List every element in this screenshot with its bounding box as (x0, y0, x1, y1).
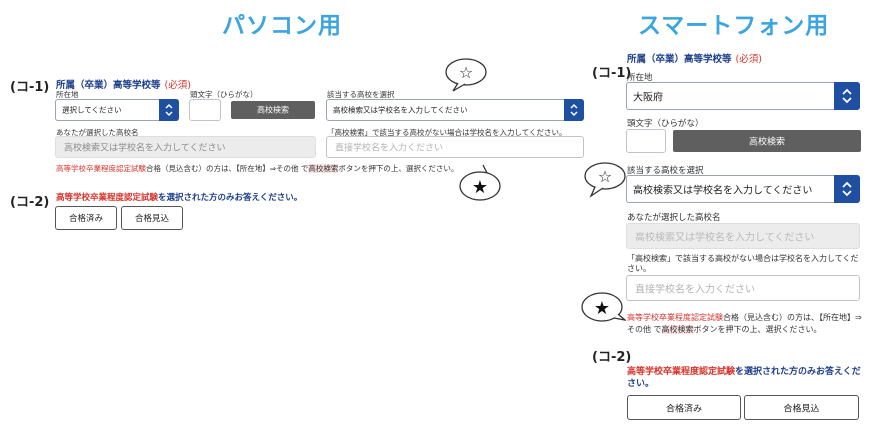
sp-heading: スマートフォン用 (638, 13, 830, 39)
selected-school-field-sp: 高校検索又は学校名を入力してください (626, 223, 860, 249)
passed-button-sp[interactable]: 合格済み (627, 395, 741, 420)
chevron-updown-icon (834, 175, 860, 203)
required-badge: (必須) (164, 80, 191, 91)
section2-lead-pc: 高等学校卒業程度認定試験を選択された方のみお答えください。 (56, 193, 302, 204)
selected-school-placeholder: 高校検索又は学校名を入力してください (635, 232, 815, 244)
lead-red: 高等学校卒業程度認定試験 (56, 193, 159, 203)
initial-label-sp: 頭文字（ひらがな） (627, 119, 704, 129)
expected-button-label: 合格見込 (783, 404, 820, 414)
chevron-updown-icon (159, 99, 179, 121)
selected-school-placeholder: 高校検索又は学校名を入力してください (64, 143, 226, 154)
section1-title-text: 所属（卒業）高等学校等 (627, 54, 732, 65)
filled-star-icon: ★ (594, 298, 610, 319)
note-red: 高等学校卒業程度認定試験 (56, 164, 146, 173)
speech-bubble-filled-star-sp: ★ (580, 288, 628, 328)
direct-school-input-sp[interactable]: 直接学校名を入力ください (626, 275, 860, 301)
marker-k2-sp: (コ-2) (592, 350, 632, 365)
note-highlight: 高校検索 (661, 324, 694, 334)
prefecture-select-value: 大阪府 (633, 92, 663, 104)
note-mid: 合格（見込含む）の方は、【所在地】⇒その他 で (146, 164, 309, 173)
note-red: 高等学校卒業程度認定試験 (627, 313, 723, 322)
open-star-icon: ☆ (459, 63, 473, 82)
kentei-note-sp: 高等学校卒業程度認定試験合格（見込含む）の方は、【所在地】⇒その他 で高校検索ボ… (627, 312, 863, 335)
school-search-button-sp[interactable]: 高校検索 (673, 130, 861, 152)
expected-button-label: 合格見込 (134, 214, 169, 224)
expected-button-pc[interactable]: 合格見込 (121, 206, 183, 230)
note-end: ボタンを押下の上、選択ください。 (693, 324, 822, 334)
section1-title-sp: 所属（卒業）高等学校等 (必須) (627, 51, 762, 65)
marker-k2-pc: (コ-2) (10, 195, 50, 210)
chevron-updown-icon (564, 99, 584, 121)
direct-school-placeholder: 直接学校名を入力ください (635, 284, 755, 296)
speech-bubble-filled-star-pc: ★ (457, 163, 503, 203)
direct-school-input-pc[interactable]: 直接学校名を入力ください (326, 136, 584, 158)
required-badge: (必須) (735, 54, 762, 65)
filled-star-icon: ★ (472, 177, 488, 198)
lead-red: 高等学校卒業程度認定試験 (627, 367, 736, 377)
school-select-sp[interactable]: 高校検索又は学校名を入力してください (626, 175, 860, 203)
school-select-value: 高校検索又は学校名を入力してください (633, 185, 813, 197)
school-search-button-label: 高校検索 (748, 137, 785, 148)
lead-rest: を選択された方のみお答えください。 (158, 193, 303, 203)
marker-k1-sp: (コ-1) (592, 66, 632, 81)
passed-button-label: 合格済み (665, 404, 702, 414)
selected-school-label-sp: あなたが選択した高校名 (627, 213, 721, 223)
selected-school-field-pc: 高校検索又は学校名を入力してください (55, 136, 316, 158)
note-highlight: 高校検索 (308, 164, 339, 173)
direct-hint-sp: 「高校検索」で該当する高校がない場合は学校名を入力してください。 (627, 254, 859, 273)
initial-input-sp[interactable] (626, 129, 666, 153)
marker-k1-pc: (コ-1) (10, 80, 50, 95)
prefecture-select-sp[interactable]: 大阪府 (626, 82, 860, 110)
school-select-value: 高校検索又は学校名を入力してください (333, 105, 468, 115)
speech-bubble-open-star-pc: ☆ (443, 57, 489, 93)
school-search-button-pc[interactable]: 高校検索 (231, 101, 315, 119)
section2-lead-sp: 高等学校卒業程度認定試験を選択された方のみお答えください。 (627, 366, 863, 390)
open-star-icon: ☆ (598, 167, 612, 186)
direct-school-placeholder: 直接学校名を入力ください (335, 143, 444, 154)
prefecture-select-value: 選択してください (62, 105, 122, 115)
school-search-button-label: 高校検索 (257, 105, 289, 115)
passed-button-label: 合格済み (68, 214, 103, 224)
passed-button-pc[interactable]: 合格済み (55, 206, 117, 230)
speech-bubble-open-star-sp: ☆ (583, 160, 629, 198)
note-end: ボタンを押下の上、選択ください。 (338, 164, 459, 173)
school-select-pc[interactable]: 高校検索又は学校名を入力してください (326, 99, 584, 121)
chevron-updown-icon (834, 82, 860, 110)
pc-heading: パソコン用 (222, 13, 342, 39)
prefecture-select-pc[interactable]: 選択してください (55, 99, 179, 121)
initial-input-pc[interactable] (189, 99, 221, 121)
expected-button-sp[interactable]: 合格見込 (744, 395, 859, 420)
